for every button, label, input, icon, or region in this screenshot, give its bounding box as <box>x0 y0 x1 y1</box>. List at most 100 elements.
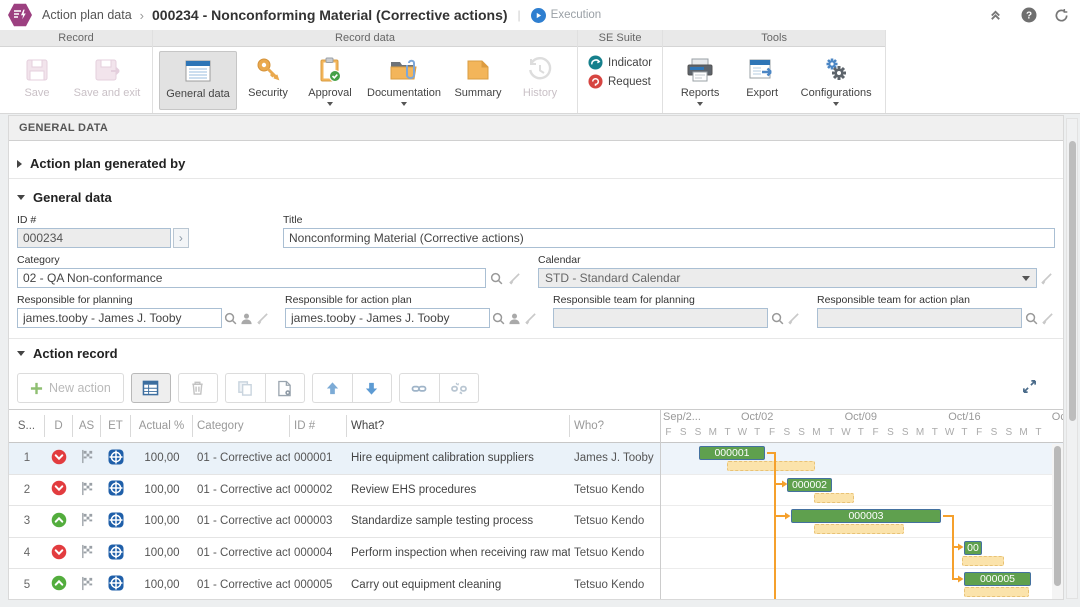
grid-view-button[interactable] <box>131 373 171 403</box>
action-status-icon[interactable] <box>73 544 101 562</box>
clear-icon[interactable] <box>786 310 801 327</box>
column-header[interactable]: S... <box>9 415 45 437</box>
user-icon[interactable] <box>240 310 254 327</box>
move-down-button[interactable] <box>352 373 392 403</box>
history-button[interactable]: History <box>509 51 571 108</box>
maximize-icon[interactable] <box>1022 379 1037 397</box>
calendar-select[interactable]: STD - Standard Calendar <box>538 268 1037 288</box>
table-row[interactable]: 4100,0001 - Corrective action000004Perfo… <box>9 538 660 570</box>
execution-type-icon[interactable] <box>101 480 131 499</box>
category-field[interactable] <box>17 268 486 288</box>
deadline-status-icon[interactable] <box>45 575 73 594</box>
responsible-team-planning-field[interactable] <box>553 308 768 328</box>
column-header[interactable]: Actual % <box>131 415 193 437</box>
action-status-icon[interactable] <box>73 449 101 467</box>
gantt-scrollbar[interactable] <box>1052 444 1063 600</box>
column-header[interactable]: ET <box>101 415 131 437</box>
gantt-bar[interactable]: 000001 <box>699 446 765 460</box>
table-row[interactable]: 1100,0001 - Corrective action000001Hire … <box>9 443 660 475</box>
title-field[interactable] <box>283 228 1055 248</box>
refresh-icon[interactable] <box>1053 7 1070 24</box>
responsible-planning-field[interactable] <box>17 308 222 328</box>
search-icon[interactable] <box>770 310 785 327</box>
deadline-status-icon[interactable] <box>45 512 73 531</box>
breadcrumb[interactable]: Action plan data <box>42 8 132 22</box>
category-cell: 01 - Corrective action <box>193 484 290 496</box>
dropdown-caret-icon <box>327 102 333 106</box>
summary-button[interactable]: Summary <box>447 51 509 108</box>
delete-action-button[interactable] <box>178 373 218 403</box>
new-action-button[interactable]: New action <box>17 373 124 403</box>
general-data-button[interactable]: General data <box>159 51 237 110</box>
gantt-bar[interactable]: 000005 <box>964 572 1031 586</box>
execution-type-icon[interactable] <box>101 512 131 531</box>
reports-button[interactable]: Reports <box>669 51 731 108</box>
documentation-button[interactable]: Documentation <box>361 51 447 108</box>
id-field[interactable] <box>17 228 171 248</box>
gantt-day-letter: F <box>972 427 987 438</box>
move-up-button[interactable] <box>312 373 352 403</box>
column-header[interactable]: ID # <box>290 415 347 437</box>
section-general-data[interactable]: General data <box>9 181 1063 212</box>
table-row[interactable]: 5100,0001 - Corrective action000005Carry… <box>9 569 660 600</box>
column-header[interactable]: D <box>45 415 73 437</box>
save-button[interactable]: Save <box>6 51 68 101</box>
section-action-record[interactable]: Action record <box>9 338 1063 368</box>
clear-icon[interactable] <box>1040 310 1055 327</box>
id-expand-button[interactable]: › <box>173 228 189 248</box>
responsible-action-plan-field[interactable] <box>285 308 490 328</box>
export-button[interactable]: Export <box>731 51 793 108</box>
execution-type-icon[interactable] <box>101 449 131 468</box>
table-row[interactable]: 3100,0001 - Corrective action000003Stand… <box>9 506 660 538</box>
column-header[interactable]: Who? <box>570 415 660 437</box>
copy-action-button[interactable] <box>225 373 265 403</box>
clear-icon[interactable] <box>523 310 537 327</box>
user-icon[interactable] <box>508 310 522 327</box>
configurations-button[interactable]: Configurations <box>793 51 879 108</box>
gantt-bar[interactable]: 000003 <box>791 509 941 523</box>
column-header[interactable]: AS <box>73 415 101 437</box>
help-icon[interactable]: ? <box>1020 7 1037 24</box>
search-icon[interactable] <box>488 270 504 287</box>
arrow-up-icon <box>325 381 340 396</box>
gantt-day-letter: M <box>809 427 824 438</box>
clear-icon[interactable] <box>255 310 269 327</box>
gantt-bar[interactable]: 000002 <box>787 478 832 492</box>
deadline-status-icon[interactable] <box>45 449 73 468</box>
deadline-status-icon[interactable] <box>45 480 73 499</box>
action-status-icon[interactable] <box>73 576 101 594</box>
clear-icon[interactable] <box>1039 270 1055 287</box>
request-button[interactable]: Request <box>588 74 652 89</box>
row-number: 3 <box>9 515 45 527</box>
search-icon[interactable] <box>224 310 238 327</box>
action-status-icon[interactable] <box>73 481 101 499</box>
clear-icon[interactable] <box>506 270 522 287</box>
action-status-icon[interactable] <box>73 512 101 530</box>
execution-type-icon[interactable] <box>101 575 131 594</box>
column-header[interactable]: Category <box>193 415 290 437</box>
execution-type-icon[interactable] <box>101 544 131 563</box>
approval-button[interactable]: Approval <box>299 51 361 108</box>
save-and-exit-button[interactable]: Save and exit <box>68 51 146 101</box>
indicator-button[interactable]: Indicator <box>588 55 652 70</box>
gantt-week-label: Sep/2... <box>663 411 701 423</box>
action-data-button[interactable] <box>265 373 305 403</box>
responsible-team-action-plan-field[interactable] <box>817 308 1022 328</box>
deadline-status-icon[interactable] <box>45 544 73 563</box>
table-row[interactable]: 2100,0001 - Corrective action000002Revie… <box>9 475 660 507</box>
search-icon[interactable] <box>492 310 506 327</box>
general-data-form: ID # › Title Category <box>9 212 1063 338</box>
gear-icon <box>822 55 850 85</box>
column-header[interactable]: What? <box>347 415 570 437</box>
documentation-folder-icon <box>389 55 419 85</box>
search-icon[interactable] <box>1024 310 1039 327</box>
category-label: Category <box>17 254 522 266</box>
section-action-plan-generated-by[interactable]: Action plan generated by <box>9 147 1063 179</box>
security-button[interactable]: Security <box>237 51 299 108</box>
gantt-day-letter: S <box>691 427 706 438</box>
gantt-bar[interactable]: 00 <box>964 541 982 555</box>
unlink-actions-button[interactable] <box>439 373 479 403</box>
link-actions-button[interactable] <box>399 373 439 403</box>
page-scrollbar[interactable] <box>1066 118 1078 599</box>
collapse-ribbon-icon[interactable] <box>987 7 1004 24</box>
